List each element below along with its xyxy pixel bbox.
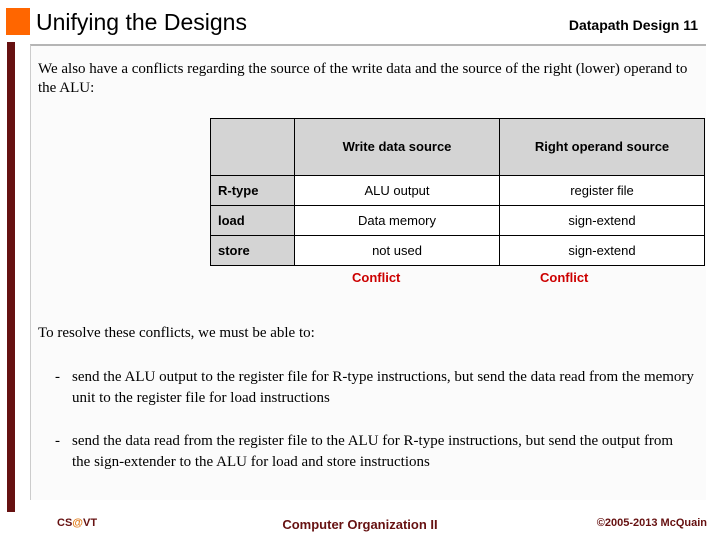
bullet-dash-icon: - — [55, 369, 60, 385]
conflict-annotation-write-data: Conflict — [352, 270, 401, 285]
table-row-label-load: load — [210, 205, 295, 236]
table-cell-load-right-operand: sign-extend — [499, 205, 705, 236]
table-row: store not used sign-extend — [210, 235, 705, 266]
table-cell-store-right-operand: sign-extend — [499, 235, 705, 266]
table-column-header-right-operand-source: Right operand source — [499, 118, 705, 176]
list-item-text: send the ALU output to the register file… — [72, 369, 694, 406]
table-cell-r-type-right-operand: register file — [499, 175, 705, 206]
header-accent-square — [6, 8, 30, 35]
list-item: - send the ALU output to the register fi… — [55, 367, 700, 409]
table-row-label-r-type: R-type — [210, 175, 295, 206]
table-row: R-type ALU output register file — [210, 175, 705, 206]
page-title: Unifying the Designs — [36, 9, 247, 35]
resolve-paragraph: To resolve these conflicts, we must be a… — [38, 325, 315, 341]
footer-copyright: ©2005-2013 McQuain — [596, 517, 707, 529]
table-header-row: Write data source Right operand source — [210, 118, 705, 176]
slide-canvas: Unifying the Designs Datapath Design 11 … — [0, 0, 720, 540]
table-cell-r-type-write-data: ALU output — [294, 175, 500, 206]
intro-paragraph: We also have a conflicts regarding the s… — [38, 61, 688, 96]
table-cell-store-write-data: not used — [294, 235, 500, 266]
left-accent-bar — [7, 42, 15, 512]
table-row: load Data memory sign-extend — [210, 205, 705, 236]
table-cell-load-write-data: Data memory — [294, 205, 500, 236]
list-item: - send the data read from the register f… — [55, 431, 695, 473]
table-corner-cell — [210, 118, 295, 176]
conflict-annotation-right-operand: Conflict — [540, 270, 589, 285]
conflict-table: Write data source Right operand source R… — [210, 118, 705, 266]
bullet-dash-icon: - — [55, 433, 60, 449]
table-row-label-store: store — [210, 235, 295, 266]
header-section-label: Datapath Design 11 — [568, 17, 698, 33]
footer-accent-square — [7, 500, 15, 511]
table-column-header-write-data-source: Write data source — [294, 118, 500, 176]
list-item-text: send the data read from the register fil… — [72, 433, 674, 470]
